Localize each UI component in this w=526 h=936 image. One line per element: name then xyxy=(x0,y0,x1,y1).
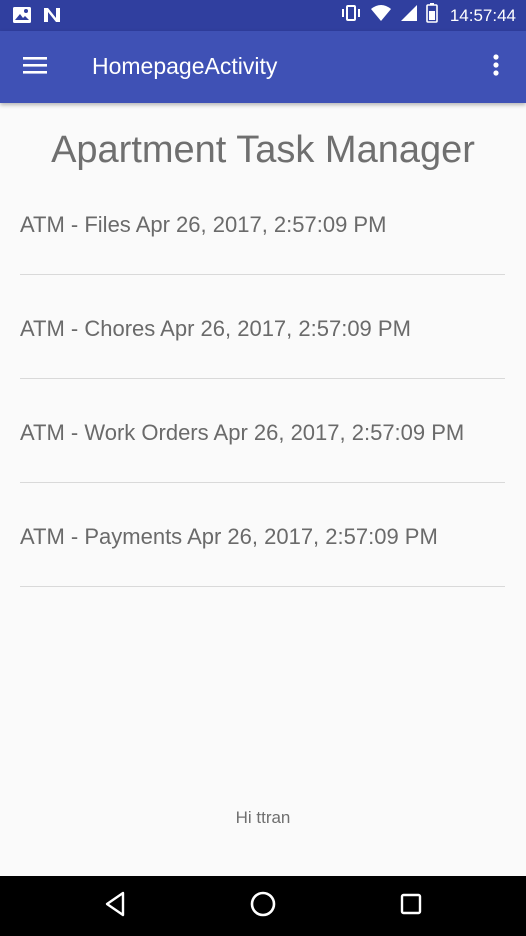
back-icon xyxy=(103,891,127,922)
notification-icons xyxy=(12,6,62,29)
status-time: 14:57:44 xyxy=(449,5,516,25)
menu-button[interactable] xyxy=(16,51,54,83)
page-title: Apartment Task Manager xyxy=(51,129,475,171)
task-label: ATM - Work Orders Apr 26, 2017, 2:57:09 … xyxy=(20,420,465,445)
home-icon xyxy=(249,890,277,923)
signal-icon xyxy=(400,4,418,27)
task-item-work-orders[interactable]: ATM - Work Orders Apr 26, 2017, 2:57:09 … xyxy=(20,379,505,483)
image-icon xyxy=(12,6,32,29)
main-content: Apartment Task Manager ATM - Files Apr 2… xyxy=(0,103,526,876)
greeting-text: Hi ttran xyxy=(235,808,291,827)
navigation-bar xyxy=(0,876,526,936)
task-item-files[interactable]: ATM - Files Apr 26, 2017, 2:57:09 PM xyxy=(20,171,505,275)
app-title: HomepageActivity xyxy=(92,53,278,79)
task-label: ATM - Chores Apr 26, 2017, 2:57:09 PM xyxy=(20,316,411,341)
app-bar: HomepageActivity xyxy=(0,31,526,103)
wifi-icon xyxy=(370,4,392,27)
home-button[interactable] xyxy=(248,891,278,921)
task-label: ATM - Payments Apr 26, 2017, 2:57:09 PM xyxy=(20,524,438,549)
recents-button[interactable] xyxy=(396,891,426,921)
task-list: ATM - Files Apr 26, 2017, 2:57:09 PM ATM… xyxy=(20,171,505,587)
task-item-chores[interactable]: ATM - Chores Apr 26, 2017, 2:57:09 PM xyxy=(20,275,505,379)
recents-icon xyxy=(399,892,423,921)
overflow-menu-button[interactable] xyxy=(482,51,510,83)
n-logo-icon xyxy=(42,6,62,29)
task-item-payments[interactable]: ATM - Payments Apr 26, 2017, 2:57:09 PM xyxy=(20,483,505,587)
battery-icon xyxy=(426,3,438,28)
status-bar: 14:57:44 xyxy=(0,0,526,31)
vibrate-icon xyxy=(340,4,362,27)
back-button[interactable] xyxy=(100,891,130,921)
task-label: ATM - Files Apr 26, 2017, 2:57:09 PM xyxy=(20,212,387,237)
system-icons: 14:57:44 xyxy=(340,0,516,31)
hamburger-menu-icon xyxy=(22,55,48,80)
more-vert-icon xyxy=(492,53,500,82)
